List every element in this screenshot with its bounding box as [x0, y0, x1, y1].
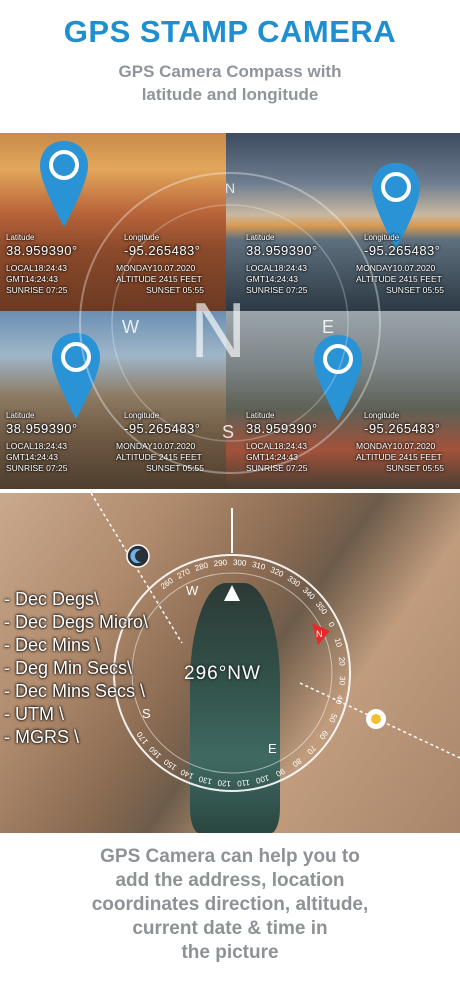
compass-tick-label: 100: [254, 773, 270, 785]
format-item: - UTM \: [4, 704, 64, 724]
description-line: add the address, location: [115, 870, 345, 891]
longitude-value: -95.265483°: [124, 421, 201, 436]
latitude-label: Latitude: [246, 233, 275, 242]
compass-tick-label: 40: [334, 694, 345, 705]
location-pin-icon: [52, 333, 100, 419]
format-item: - Dec Mins \: [4, 635, 101, 655]
description-line: current date & time in: [132, 918, 328, 939]
altitude-value: ALTITUDE 2415 FEET: [116, 274, 202, 284]
sunrise-time: SUNRISE 07:25: [6, 463, 68, 473]
date-value: MONDAY10.07.2020: [116, 441, 196, 451]
altitude-value: ALTITUDE 2415 FEET: [116, 452, 202, 462]
compass-tick-label: 110: [236, 778, 250, 788]
compass-tick-label: 90: [274, 766, 286, 778]
sunset-time: SUNSET 05:55: [386, 285, 444, 295]
altitude-value: ALTITUDE 2415 FEET: [356, 452, 442, 462]
latitude-label: Latitude: [6, 233, 35, 242]
coordinate-format-list: - Dec Degs\ - Dec Degs Micro\ - Dec Mins…: [4, 588, 204, 749]
compass-scene: 260 270 280 290 300 310 320 330 340 350 0 10 20 30 40 5…: [0, 493, 460, 833]
sunrise-time: SUNRISE 07:25: [6, 285, 68, 295]
compass-tick-label: 290: [213, 558, 228, 568]
longitude-label: Longitude: [364, 233, 400, 242]
latitude-value: 38.959390°: [6, 421, 78, 436]
longitude-label: Longitude: [364, 411, 400, 420]
compass-tick-label: 310: [251, 560, 267, 572]
longitude-value: -95.265483°: [364, 421, 441, 436]
latitude-value: 38.959390°: [246, 421, 318, 436]
compass-tick-label: 60: [317, 729, 330, 742]
latitude-value: 38.959390°: [246, 243, 318, 258]
location-pin-icon: [314, 335, 362, 421]
format-item: - Dec Mins Secs \: [4, 681, 146, 701]
gps-stamp: Latitude 38.959390° Longitude -95.265483…: [246, 411, 460, 481]
sunset-time: SUNSET 05:55: [386, 463, 444, 473]
compass-e-label: E: [268, 741, 277, 756]
local-time: LOCAL18:24:43: [246, 263, 307, 273]
gmt-time: GMT14:24:43: [6, 452, 58, 462]
compass-tick-label: 10: [333, 637, 344, 649]
sunset-time: SUNSET 05:55: [146, 463, 204, 473]
altitude-value: ALTITUDE 2415 FEET: [356, 274, 442, 284]
compass-n-label: N: [316, 629, 323, 639]
description-line: the picture: [181, 942, 279, 963]
format-item: - Dec Degs\: [4, 589, 100, 609]
latitude-label: Latitude: [246, 411, 275, 420]
gmt-time: GMT14:24:43: [246, 274, 298, 284]
gmt-time: GMT14:24:43: [246, 452, 298, 462]
date-value: MONDAY10.07.2020: [356, 441, 436, 451]
date-value: MONDAY10.07.2020: [356, 263, 436, 273]
compass-tick-label: 30: [337, 676, 347, 686]
compass-tick-label: 280: [194, 560, 210, 572]
compass-tick-label: 120: [217, 778, 231, 788]
compass-tick-label: 80: [290, 756, 303, 769]
longitude-value: -95.265483°: [124, 243, 201, 258]
gmt-time: GMT14:24:43: [6, 274, 58, 284]
header: GPS STAMP CAMERA GPS Camera Compass with…: [0, 0, 460, 130]
longitude-value: -95.265483°: [364, 243, 441, 258]
sunrise-time: SUNRISE 07:25: [246, 285, 308, 295]
latitude-label: Latitude: [6, 411, 35, 420]
gps-stamp: Latitude 38.959390° Longitude -95.265483…: [6, 411, 220, 481]
longitude-label: Longitude: [124, 233, 160, 242]
subtitle-line: latitude and longitude: [141, 85, 319, 104]
overlay-big-n-label: N: [190, 286, 247, 374]
subtitle: GPS Camera Compass with latitude and lon…: [80, 60, 380, 106]
moon-icon: [126, 544, 150, 568]
compass-tick-label: 0: [326, 621, 336, 629]
format-item: - Deg Min Secs\: [4, 658, 133, 678]
sunrise-time: SUNRISE 07:25: [246, 463, 308, 473]
longitude-label: Longitude: [124, 411, 160, 420]
format-item: - MGRS \: [4, 727, 79, 747]
local-time: LOCAL18:24:43: [246, 441, 307, 451]
gps-stamp: Latitude 38.959390° Longitude -95.265483…: [6, 233, 220, 303]
compass-tick-label: 70: [305, 743, 318, 756]
format-item: - Dec Degs Micro\: [4, 612, 149, 632]
latitude-value: 38.959390°: [6, 243, 78, 258]
description: GPS Camera can help you to add the addre…: [0, 845, 460, 965]
local-time: LOCAL18:24:43: [6, 263, 67, 273]
compass-tick-label: 50: [327, 712, 339, 724]
gps-stamp: Latitude 38.959390° Longitude -95.265483…: [246, 233, 460, 303]
subtitle-line: GPS Camera Compass with: [118, 62, 342, 81]
app-title: GPS STAMP CAMERA: [63, 14, 397, 49]
location-pin-icon: [40, 141, 88, 227]
local-time: LOCAL18:24:43: [6, 441, 67, 451]
photo-tile: Latitude 38.959390° Longitude -95.265483…: [226, 133, 460, 311]
date-value: MONDAY10.07.2020: [116, 263, 196, 273]
description-line: coordinates direction, altitude,: [91, 894, 369, 915]
photo-tile: Latitude 38.959390° Longitude -95.265483…: [226, 311, 460, 489]
description-line: GPS Camera can help you to: [100, 846, 360, 867]
compass-tick-label: 300: [233, 558, 247, 568]
compass-tick-label: 130: [197, 774, 213, 786]
compass-tick-label: 20: [337, 657, 347, 667]
